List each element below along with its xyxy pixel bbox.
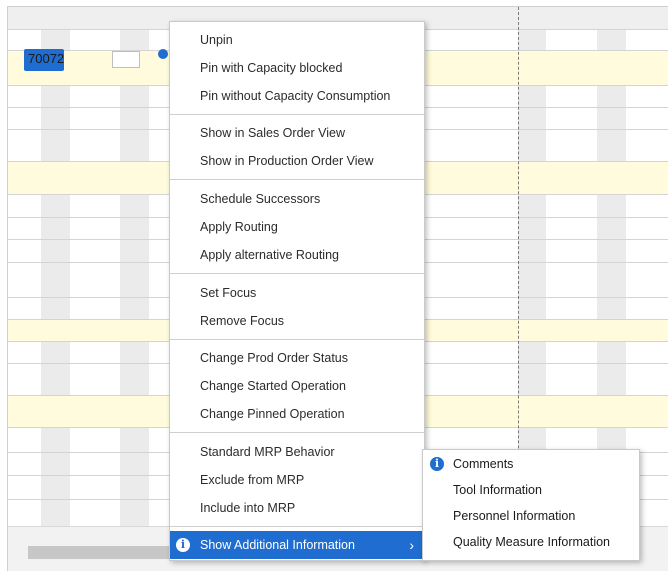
menu-item-remove-focus[interactable]: Remove Focus	[170, 307, 424, 335]
menu-item-include-into-mrp[interactable]: Include into MRP	[170, 494, 424, 522]
menu-item-change-pinned-operation[interactable]: Change Pinned Operation	[170, 400, 424, 428]
menu-item-label: Show in Production Order View	[200, 154, 374, 168]
submenu-item-comments[interactable]: i Comments	[423, 451, 639, 477]
submenu-item-tool-information[interactable]: Tool Information	[423, 477, 639, 503]
menu-item-label: Apply Routing	[200, 220, 278, 234]
submenu-item-label: Tool Information	[453, 483, 542, 497]
chevron-right-icon: ›	[409, 537, 414, 553]
submenu-item-quality-measure-information[interactable]: Quality Measure Information	[423, 529, 639, 555]
submenu-additional-information: i Comments Tool Information Personnel In…	[422, 449, 640, 561]
submenu-item-label: Quality Measure Information	[453, 535, 611, 549]
menu-item-apply-routing[interactable]: Apply Routing	[170, 213, 424, 241]
submenu-item-label: Personnel Information	[453, 509, 576, 523]
task-bar-marker	[158, 49, 168, 59]
task-bar[interactable]: 70072	[24, 49, 170, 71]
menu-item-pin-capacity-blocked[interactable]: Pin with Capacity blocked	[170, 54, 424, 82]
menu-item-label: Change Pinned Operation	[200, 407, 345, 421]
menu-separator	[170, 114, 424, 115]
menu-separator	[170, 339, 424, 340]
menu-separator	[170, 526, 424, 527]
menu-separator	[170, 179, 424, 180]
menu-item-apply-alternative-routing[interactable]: Apply alternative Routing	[170, 241, 424, 269]
submenu-item-label: Comments	[453, 457, 514, 471]
context-menu: Unpin Pin with Capacity blocked Pin with…	[169, 21, 425, 561]
menu-item-set-focus[interactable]: Set Focus	[170, 279, 424, 307]
menu-item-label: Show Additional Information	[200, 538, 355, 552]
menu-item-label: Remove Focus	[200, 314, 285, 328]
weekend-column	[120, 29, 149, 533]
menu-separator	[170, 273, 424, 274]
menu-item-label: Include into MRP	[200, 501, 296, 515]
task-bar-label: 70072	[28, 51, 65, 66]
submenu-item-personnel-information[interactable]: Personnel Information	[423, 503, 639, 529]
menu-item-label: Show in Sales Order View	[200, 126, 345, 140]
weekend-column	[41, 29, 70, 533]
menu-item-label: Standard MRP Behavior	[200, 445, 335, 459]
menu-item-standard-mrp-behavior[interactable]: Standard MRP Behavior	[170, 438, 424, 466]
menu-item-change-prod-order-status[interactable]: Change Prod Order Status	[170, 344, 424, 372]
menu-item-label: Pin with Capacity blocked	[200, 61, 343, 75]
menu-item-label: Unpin	[200, 33, 233, 47]
menu-item-label: Set Focus	[200, 286, 257, 300]
menu-item-pin-without-capacity[interactable]: Pin without Capacity Consumption	[170, 82, 424, 110]
menu-item-label: Apply alternative Routing	[200, 248, 339, 262]
menu-item-label: Exclude from MRP	[200, 473, 305, 487]
menu-item-change-started-operation[interactable]: Change Started Operation	[170, 372, 424, 400]
menu-item-show-additional-information[interactable]: i Show Additional Information ›	[170, 531, 424, 559]
info-icon: i	[430, 457, 444, 471]
menu-item-sales-order-view[interactable]: Show in Sales Order View	[170, 119, 424, 147]
menu-item-label: Schedule Successors	[200, 192, 321, 206]
menu-item-exclude-from-mrp[interactable]: Exclude from MRP	[170, 466, 424, 494]
menu-item-label: Change Started Operation	[200, 379, 346, 393]
menu-item-unpin[interactable]: Unpin	[170, 26, 424, 54]
info-icon: i	[176, 538, 190, 552]
menu-separator	[170, 432, 424, 433]
menu-item-production-order-view[interactable]: Show in Production Order View	[170, 147, 424, 175]
menu-item-label: Pin without Capacity Consumption	[200, 89, 391, 103]
menu-item-schedule-successors[interactable]: Schedule Successors	[170, 185, 424, 213]
task-bar-segment	[112, 51, 140, 68]
menu-item-label: Change Prod Order Status	[200, 351, 348, 365]
horizontal-scrollbar-thumb[interactable]	[28, 546, 188, 559]
